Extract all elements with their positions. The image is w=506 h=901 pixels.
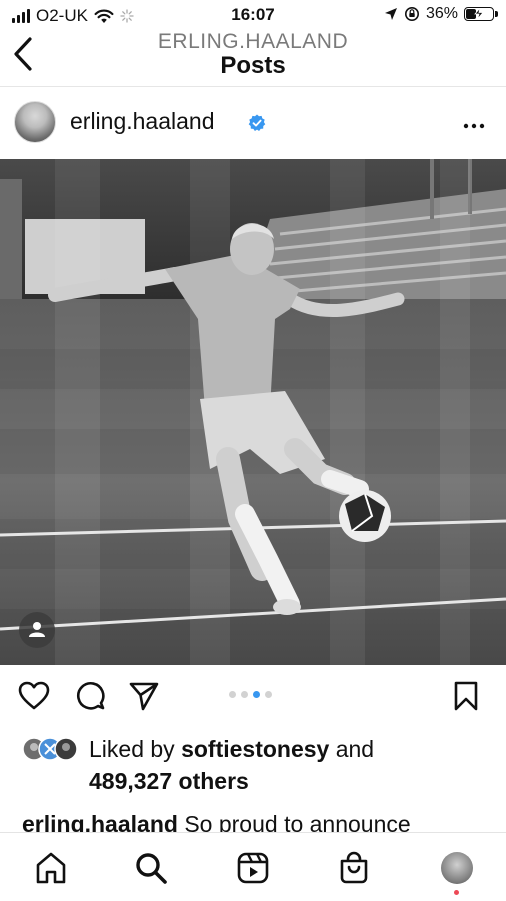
likes-conjunction: and [329, 736, 375, 762]
comment-button[interactable] [74, 681, 106, 716]
rotation-lock-icon [404, 7, 419, 21]
tag-people-button[interactable] [19, 612, 55, 648]
more-options-button[interactable] [463, 110, 485, 136]
battery-icon [464, 7, 498, 21]
reels-icon [237, 852, 269, 884]
post-image[interactable] [0, 159, 506, 665]
page-header: ERLING.HAALAND Posts [0, 30, 506, 80]
status-bar: O2-UK 16:07 36% [0, 0, 506, 30]
likes-count[interactable]: 489,327 others [89, 768, 249, 794]
comment-icon [77, 682, 105, 710]
post-photo [0, 159, 506, 665]
carousel-dot [265, 691, 272, 698]
carousel-dot [241, 691, 248, 698]
send-icon [129, 682, 159, 711]
author-avatar[interactable] [14, 101, 56, 143]
carousel-indicator [229, 691, 272, 698]
battery-percent: 36% [425, 5, 458, 22]
nav-home-button[interactable] [34, 851, 68, 885]
share-button[interactable] [128, 681, 160, 716]
like-button[interactable] [18, 681, 50, 716]
likes-prefix: Liked by [89, 736, 182, 762]
heart-icon [18, 681, 50, 710]
carousel-dot [229, 691, 236, 698]
bookmark-icon [454, 681, 478, 711]
nav-reels-button[interactable] [236, 851, 270, 885]
home-icon [36, 852, 66, 884]
nav-search-button[interactable] [134, 851, 168, 885]
liked-by-avatars [22, 737, 78, 761]
liked-by-user[interactable]: softiestonesy [181, 736, 329, 762]
author-username[interactable]: erling.haaland [70, 108, 215, 135]
location-arrow-icon [384, 8, 397, 20]
header-divider [0, 86, 506, 87]
page-title: Posts [220, 52, 286, 79]
save-button[interactable] [452, 681, 480, 716]
header-username: ERLING.HAALAND [157, 30, 349, 53]
notification-dot [454, 890, 459, 895]
more-horizontal-icon [463, 123, 485, 129]
nav-profile-button[interactable] [441, 852, 473, 884]
status-right-group: 36% [384, 5, 498, 23]
search-icon [136, 853, 167, 884]
verified-badge-icon [248, 114, 266, 131]
nav-shop-button[interactable] [337, 851, 371, 885]
bottom-nav [0, 832, 506, 901]
shop-icon [340, 851, 368, 884]
likes-summary[interactable]: Liked by softiestonesy and 489,327 other… [89, 733, 489, 797]
user-tag-icon [29, 622, 45, 637]
carousel-dot [253, 691, 260, 698]
